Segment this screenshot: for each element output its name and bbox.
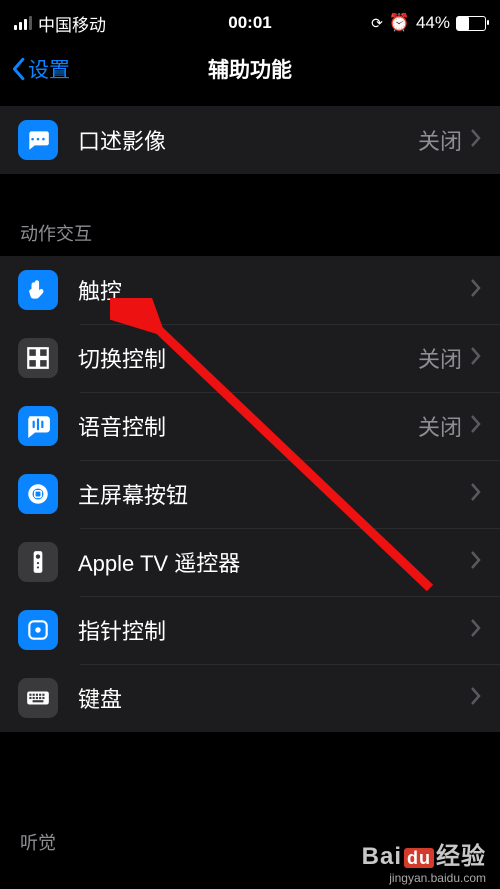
page-title: 辅助功能 (0, 54, 500, 84)
row-voice-control[interactable]: 语音控制 关闭 (0, 392, 500, 460)
row-label: 指针控制 (78, 614, 470, 646)
row-apple-tv-remote[interactable]: Apple TV 遥控器 (0, 528, 500, 596)
watermark: Baidu经验 jingyan.baidu.com (362, 836, 486, 885)
status-time: 00:01 (0, 13, 500, 33)
row-label: 触控 (78, 274, 470, 306)
remote-icon (18, 542, 58, 582)
chevron-right-icon (470, 346, 482, 371)
row-label: Apple TV 遥控器 (78, 546, 470, 578)
home-button-icon (18, 474, 58, 514)
list-group: 口述影像 关闭 (0, 106, 500, 174)
voice-icon (18, 406, 58, 446)
row-label: 口述影像 (78, 124, 418, 156)
status-bar: 中国移动 00:01 ⟳ ⏰ 44% (0, 0, 500, 40)
touch-icon (18, 270, 58, 310)
row-home-button[interactable]: 主屏幕按钮 (0, 460, 500, 528)
chevron-right-icon (470, 618, 482, 643)
row-label: 切换控制 (78, 342, 418, 374)
chevron-right-icon (470, 686, 482, 711)
row-label: 语音控制 (78, 410, 418, 442)
chevron-right-icon (470, 414, 482, 439)
row-value: 关闭 (418, 410, 462, 442)
speech-bubble-icon (18, 120, 58, 160)
pointer-icon (18, 610, 58, 650)
chevron-right-icon (470, 278, 482, 303)
chevron-right-icon (470, 482, 482, 507)
grid-icon (18, 338, 58, 378)
battery-icon (456, 16, 486, 31)
row-label: 键盘 (78, 682, 470, 714)
row-value: 关闭 (418, 342, 462, 374)
chevron-right-icon (470, 550, 482, 575)
row-value: 关闭 (418, 124, 462, 156)
list-group: 动作交互 触控 切换控制 关闭 语音控制 关闭 (0, 220, 500, 732)
row-switch-control[interactable]: 切换控制 关闭 (0, 324, 500, 392)
group-header: 听觉 (20, 829, 56, 855)
chevron-right-icon (470, 128, 482, 153)
row-keyboard[interactable]: 键盘 (0, 664, 500, 732)
keyboard-icon (18, 678, 58, 718)
row-label: 主屏幕按钮 (78, 478, 470, 510)
row-audio-description[interactable]: 口述影像 关闭 (0, 106, 500, 174)
row-touch[interactable]: 触控 (0, 256, 500, 324)
row-pointer-control[interactable]: 指针控制 (0, 596, 500, 664)
group-header: 动作交互 (0, 220, 500, 256)
nav-bar: 设置 辅助功能 (0, 40, 500, 98)
screen: 中国移动 00:01 ⟳ ⏰ 44% 设置 辅助功能 口述影像 关闭 动作交互 (0, 0, 500, 889)
